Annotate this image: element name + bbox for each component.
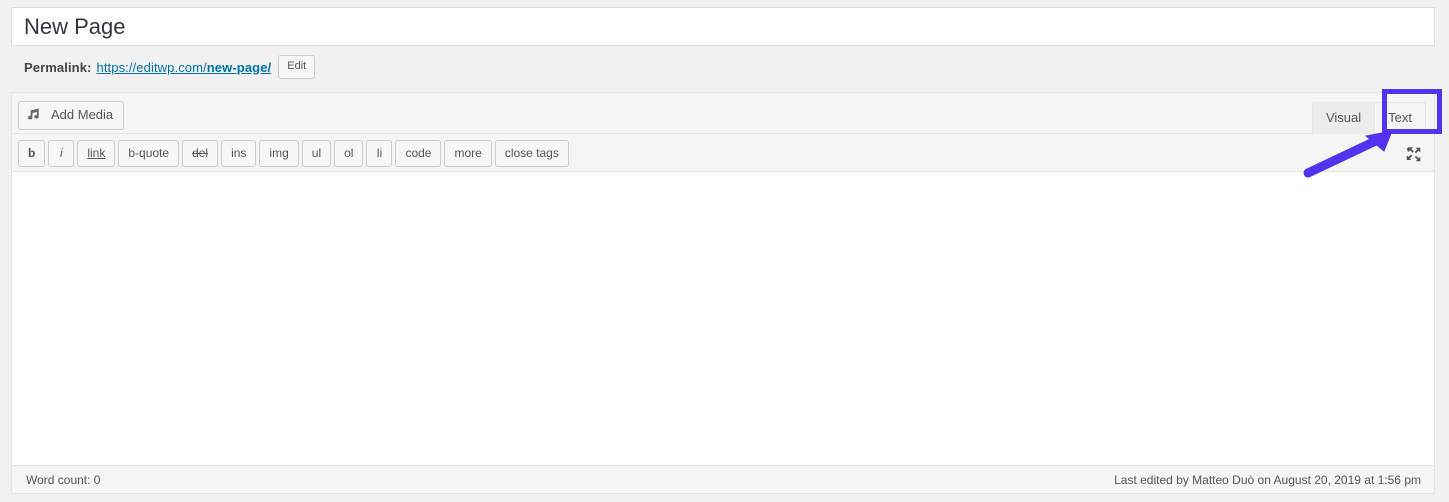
quicktags-toolbar: b i link b-quote del ins img ul ol li code more clos…: [12, 134, 1434, 172]
qt-img-button[interactable]: img: [259, 140, 299, 167]
media-buttons-row: Add Media Visual Text: [12, 93, 1434, 134]
qt-del-button[interactable]: del: [182, 140, 219, 167]
tab-text[interactable]: Text: [1374, 102, 1426, 134]
editor-mode-tabs: Visual Text: [1311, 101, 1434, 134]
permalink-url-slug: new-page/: [206, 59, 272, 75]
add-media-label: Add Media: [51, 107, 114, 122]
qt-close-tags-button[interactable]: close tags: [494, 140, 569, 167]
post-title-input[interactable]: [12, 8, 1434, 45]
fullscreen-toggle-button[interactable]: [1400, 141, 1426, 167]
add-media-button[interactable]: Add Media: [18, 101, 125, 130]
qt-blockquote-button[interactable]: b-quote: [118, 140, 180, 167]
qt-code-button[interactable]: code: [395, 140, 442, 167]
fullscreen-expand-icon: [1406, 146, 1420, 161]
post-title-field[interactable]: [11, 7, 1435, 46]
last-edited-label: Last edited by Matteo Duò on August 20, …: [1114, 472, 1421, 487]
qt-li-button[interactable]: li: [366, 140, 393, 167]
qt-ul-button[interactable]: ul: [301, 140, 332, 167]
qt-ol-button[interactable]: ol: [334, 140, 364, 167]
word-count-label: Word count: 0: [26, 472, 101, 487]
qt-more-button[interactable]: more: [444, 140, 492, 167]
admin-media-icon: [27, 106, 45, 124]
editor-status-bar: Word count: 0 Last edited by Matteo Duò …: [12, 465, 1434, 493]
permalink-link[interactable]: https://editwp.com/new-page/: [96, 60, 271, 75]
wordpress-classic-editor-screen: Permalink: https://editwp.com/new-page/ …: [0, 0, 1449, 502]
qt-link-button[interactable]: link: [77, 140, 116, 167]
post-content-textarea[interactable]: [12, 172, 1434, 466]
qt-ins-button[interactable]: ins: [221, 140, 257, 167]
qt-bold-button[interactable]: b: [18, 140, 46, 167]
permalink-url-prefix: https://editwp.com/: [96, 59, 207, 75]
editor-container: Add Media Visual Text b i link b-quote del in…: [11, 92, 1435, 494]
qt-italic-button[interactable]: i: [48, 140, 75, 167]
edit-permalink-button[interactable]: Edit: [278, 55, 316, 79]
permalink-label: Permalink:: [24, 59, 92, 75]
permalink-row: Permalink: https://editwp.com/new-page/ …: [24, 55, 316, 79]
tab-visual[interactable]: Visual: [1311, 102, 1376, 134]
